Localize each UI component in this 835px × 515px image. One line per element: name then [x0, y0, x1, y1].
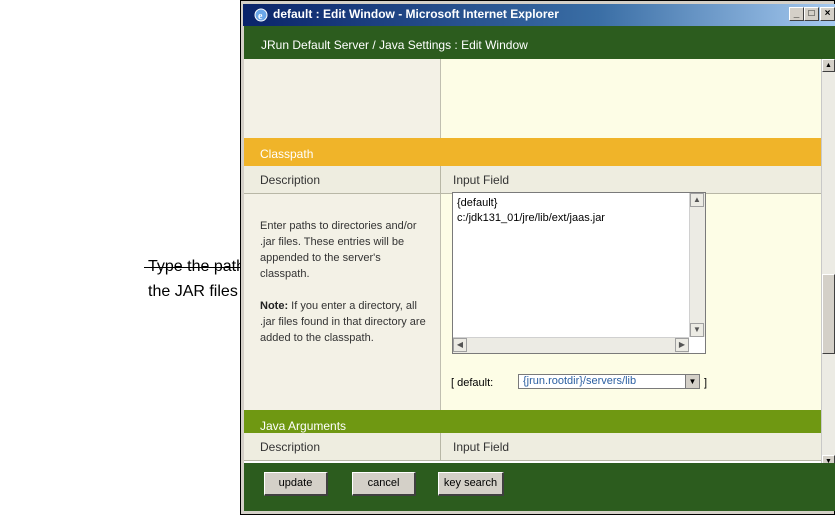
- classpath-description: Enter paths to directories and/or .jar f…: [260, 218, 428, 282]
- maximize-button[interactable]: □: [804, 7, 819, 21]
- classpath-section-header: Classpath: [244, 138, 821, 166]
- page-vertical-scrollbar[interactable]: ▲ ▼: [821, 59, 835, 468]
- description-column-header: Description: [260, 173, 321, 187]
- chevron-down-icon[interactable]: ▼: [685, 375, 699, 388]
- default-label: [ default:: [451, 377, 494, 389]
- scroll-up-icon[interactable]: ▲: [690, 193, 704, 207]
- close-button[interactable]: ×: [820, 7, 835, 21]
- classpath-textarea[interactable]: {default} c:/jdk131_01/jre/lib/ext/jaas.…: [452, 192, 706, 354]
- column-divider: [440, 166, 441, 194]
- scroll-down-icon[interactable]: ▼: [690, 323, 704, 337]
- svg-text:e: e: [258, 11, 263, 22]
- prev-row-input-cell: [441, 59, 821, 138]
- classpath-section-title: Classpath: [260, 147, 314, 161]
- browser-window: e default : Edit Window - Microsoft Inte…: [240, 0, 835, 515]
- classpath-note: Note: If you enter a directory, all .jar…: [260, 298, 428, 346]
- input-field-column-header: Input Field: [453, 440, 510, 454]
- default-classpath-value: {jrun.rootdir}/servers/lib: [523, 375, 637, 387]
- default-classpath-select[interactable]: {jrun.rootdir}/servers/lib ▼: [518, 374, 700, 389]
- breadcrumb: JRun Default Server / Java Settings : Ed…: [261, 38, 528, 52]
- update-button[interactable]: update: [264, 472, 328, 496]
- cancel-button[interactable]: cancel: [352, 472, 416, 496]
- java-arguments-column-headers: Description Input Field: [244, 433, 821, 461]
- input-field-column-header: Input Field: [453, 173, 510, 187]
- textarea-horizontal-scrollbar[interactable]: ◀ ▶: [453, 337, 689, 353]
- scroll-right-icon[interactable]: ▶: [675, 338, 689, 352]
- scrollbar-thumb[interactable]: [822, 274, 835, 354]
- minimize-button[interactable]: _: [789, 7, 804, 21]
- scroll-left-icon[interactable]: ◀: [453, 338, 467, 352]
- column-divider: [440, 194, 441, 419]
- internet-explorer-icon: e: [254, 8, 268, 22]
- scroll-up-icon[interactable]: ▲: [822, 59, 835, 72]
- window-title: default : Edit Window - Microsoft Intern…: [273, 7, 559, 21]
- classpath-column-headers: Description Input Field: [244, 166, 821, 194]
- page-content: JRun Default Server / Java Settings : Ed…: [244, 26, 835, 511]
- page-header: JRun Default Server / Java Settings : Ed…: [244, 26, 835, 59]
- textarea-line-1: {default}: [457, 197, 498, 209]
- column-divider: [440, 59, 441, 138]
- description-column-header: Description: [260, 440, 321, 454]
- footer-button-bar: update cancel key search: [244, 463, 835, 511]
- java-arguments-section-title: Java Arguments: [260, 419, 347, 433]
- textarea-line-2: c:/jdk131_01/jre/lib/ext/jaas.jar: [457, 212, 605, 224]
- column-divider: [440, 433, 441, 461]
- default-label-end: ]: [704, 377, 708, 389]
- classpath-description-text: Enter paths to directories and/or .jar f…: [260, 220, 417, 280]
- textarea-vertical-scrollbar[interactable]: ▲ ▼: [689, 193, 705, 337]
- prev-row-description-cell: [244, 59, 440, 138]
- key-search-button[interactable]: key search: [438, 472, 504, 496]
- note-label: Note:: [260, 300, 289, 312]
- title-bar[interactable]: e default : Edit Window - Microsoft Inte…: [243, 4, 835, 26]
